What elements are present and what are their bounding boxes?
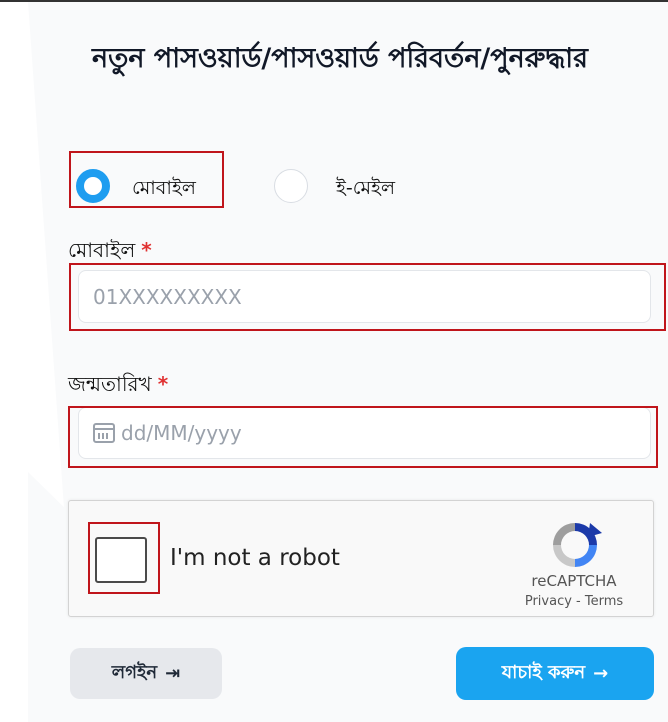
required-mark: * [157,372,169,396]
recaptcha-logo-icon [553,523,602,567]
radio-email-label: ই-মেইল [336,177,396,199]
top-border [0,0,668,2]
highlight-mobile-input [69,263,666,331]
radio-mobile[interactable] [76,169,110,203]
login-button-label: লগইন [111,662,158,683]
dob-field-label: জন্মতারিখ * [68,372,169,396]
page-title: নতুন পাসওয়ার্ড/পাসওয়ার্ড পরিবর্তন/পুনর… [92,43,588,74]
arrow-right-icon: → [593,663,609,684]
radio-mobile-label: মোবাইল [132,177,196,199]
recaptcha-brand: reCAPTCHA [531,572,617,590]
highlight-dob-input [68,406,658,468]
radio-email[interactable] [274,169,308,203]
required-mark: * [141,238,152,262]
verify-button[interactable]: যাচাই করুন → [456,647,654,700]
login-button[interactable]: লগইন ⇥ [70,648,222,699]
recaptcha-privacy-terms[interactable]: Privacy - Terms [509,594,639,609]
verify-button-label: যাচাই করুন [501,662,586,683]
login-icon: ⇥ [165,663,181,684]
recaptcha-label: I'm not a robot [170,545,340,571]
highlight-recaptcha-checkbox [88,522,160,594]
